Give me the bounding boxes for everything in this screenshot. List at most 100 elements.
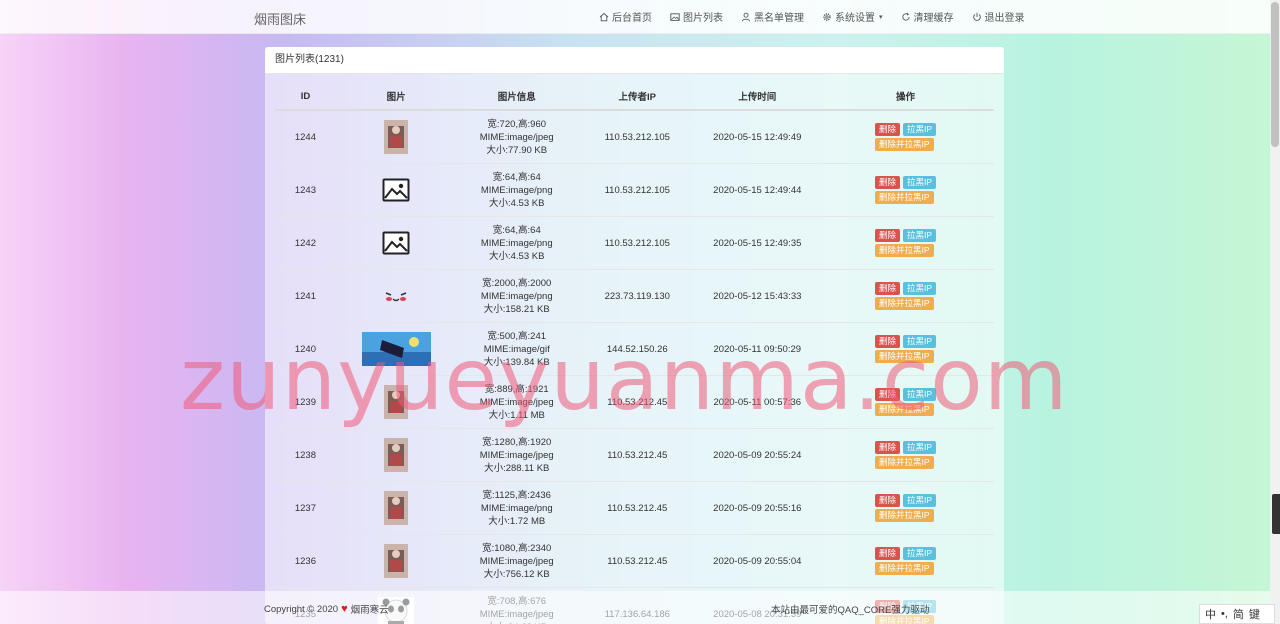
table-row: 1237 宽:1125,高:2436 MIME:image/png 大小:1.72 M… xyxy=(275,481,994,535)
nav-home[interactable]: 后台首页 xyxy=(599,9,652,24)
cell-upload-time: 2020-05-09 20:55:16 xyxy=(697,481,818,535)
action-group: 删除拉黑IP 删除并拉黑IP xyxy=(875,227,937,259)
delete-and-ban-button[interactable]: 删除并拉黑IP xyxy=(875,350,934,363)
side-floating-tab[interactable] xyxy=(1272,494,1280,534)
cell-actions: 删除拉黑IP 删除并拉黑IP xyxy=(817,269,994,323)
cell-id: 1238 xyxy=(275,428,336,482)
header-uploader-ip: 上传者IP xyxy=(577,83,698,111)
cell-id: 1239 xyxy=(275,375,336,429)
delete-and-ban-button[interactable]: 删除并拉黑IP xyxy=(875,403,934,416)
delete-button[interactable]: 删除 xyxy=(875,282,901,295)
ime-toolbar[interactable]: 中 •, 简 键 xyxy=(1199,604,1275,624)
image-mime: MIME:image/jpeg xyxy=(479,131,554,143)
action-group: 删除拉黑IP 删除并拉黑IP xyxy=(875,333,937,365)
nav-clear-cache[interactable]: 清理缓存 xyxy=(901,9,954,24)
cell-id: 1244 xyxy=(275,109,336,164)
ban-ip-button[interactable]: 拉黑IP xyxy=(903,123,937,136)
delete-button[interactable]: 删除 xyxy=(875,176,901,189)
cell-upload-time: 2020-05-15 12:49:35 xyxy=(697,216,818,270)
delete-button[interactable]: 删除 xyxy=(875,123,901,136)
delete-and-ban-button[interactable]: 删除并拉黑IP xyxy=(875,456,934,469)
image-dimensions: 宽:500,高:241 xyxy=(487,330,547,342)
ban-ip-button[interactable]: 拉黑IP xyxy=(903,229,937,242)
image-dimensions: 宽:720,高:960 xyxy=(487,118,547,130)
nav-settings-dropdown[interactable]: 系统设置 ▾ xyxy=(822,9,883,24)
delete-button[interactable]: 删除 xyxy=(875,441,901,454)
cell-upload-time: 2020-05-11 09:50:29 xyxy=(697,322,818,376)
cell-image[interactable] xyxy=(335,216,457,270)
delete-and-ban-button[interactable]: 删除并拉黑IP xyxy=(875,138,934,151)
cell-image-info: 宽:64,高:64 MIME:image/png 大小:4.53 KB xyxy=(456,163,578,217)
cell-image[interactable] xyxy=(335,109,457,164)
cell-image[interactable] xyxy=(335,269,457,323)
nav-blacklist[interactable]: 黑名单管理 xyxy=(741,9,804,24)
cell-actions: 删除拉黑IP 删除并拉黑IP xyxy=(817,109,994,164)
image-size: 大小:1.72 MB xyxy=(488,515,546,527)
site-name-link[interactable]: 烟雨寒云 xyxy=(351,602,389,616)
nav-home-label: 后台首页 xyxy=(612,13,652,24)
ban-ip-button[interactable]: 拉黑IP xyxy=(903,441,937,454)
image-dimensions: 宽:64,高:64 xyxy=(492,171,541,183)
cell-uploader-ip: 110.53.212.45 xyxy=(577,375,698,429)
scrollbar-thumb[interactable] xyxy=(1271,2,1279,147)
cell-actions: 删除拉黑IP 删除并拉黑IP xyxy=(817,216,994,270)
ban-ip-button[interactable]: 拉黑IP xyxy=(903,176,937,189)
image-icon xyxy=(670,12,680,21)
table-body: 1244 宽:720,高:960 MIME:image/jpeg 大小:77.90 K… xyxy=(275,109,994,624)
delete-button[interactable]: 删除 xyxy=(875,388,901,401)
delete-button[interactable]: 删除 xyxy=(875,335,901,348)
cell-image-info: 宽:64,高:64 MIME:image/png 大小:4.53 KB xyxy=(456,216,578,270)
delete-and-ban-button[interactable]: 删除并拉黑IP xyxy=(875,244,934,257)
ime-keyboard[interactable]: 键 xyxy=(1249,606,1260,622)
panel-title: 图片列表(1231) xyxy=(265,47,1004,74)
top-navbar: 烟雨图床 后台首页 图片列表 黑名单管理 系统设置 ▾ 清理缓存 退出登录 xyxy=(0,0,1270,34)
table-row: 1238 宽:1280,高:1920 MIME:image/jpeg 大小:288.1… xyxy=(275,428,994,482)
image-mime: MIME:image/jpeg xyxy=(479,555,554,567)
delete-button[interactable]: 删除 xyxy=(875,494,901,507)
cell-uploader-ip: 110.53.212.45 xyxy=(577,428,698,482)
delete-button[interactable]: 删除 xyxy=(875,547,901,560)
image-placeholder-icon xyxy=(382,231,410,255)
image-size: 大小:1.11 MB xyxy=(488,409,545,421)
cell-id: 1242 xyxy=(275,216,336,270)
cell-image[interactable] xyxy=(335,428,457,482)
powered-by-text: 本站由最可爱的QAQ_CORE强力驱动 xyxy=(771,605,930,616)
cell-image[interactable] xyxy=(335,481,457,535)
ban-ip-button[interactable]: 拉黑IP xyxy=(903,388,937,401)
delete-and-ban-button[interactable]: 删除并拉黑IP xyxy=(875,562,934,575)
brand-logo[interactable]: 烟雨图床 xyxy=(254,9,306,28)
cell-image[interactable] xyxy=(335,534,457,588)
cell-image[interactable] xyxy=(335,322,457,376)
cell-actions: 删除拉黑IP 删除并拉黑IP xyxy=(817,375,994,429)
cell-image-info: 宽:720,高:960 MIME:image/jpeg 大小:77.90 KB xyxy=(456,109,578,164)
image-size: 大小:4.53 KB xyxy=(489,250,545,262)
cell-image[interactable] xyxy=(335,375,457,429)
image-size: 大小:288.11 KB xyxy=(484,462,550,474)
action-group: 删除拉黑IP 删除并拉黑IP xyxy=(875,492,937,524)
delete-and-ban-button[interactable]: 删除并拉黑IP xyxy=(875,297,934,310)
cell-image-info: 宽:1080,高:2340 MIME:image/jpeg 大小:756.12 KB xyxy=(456,534,578,588)
nav-image-list[interactable]: 图片列表 xyxy=(670,9,723,24)
ban-ip-button[interactable]: 拉黑IP xyxy=(903,547,937,560)
ban-ip-button[interactable]: 拉黑IP xyxy=(903,282,937,295)
delete-and-ban-button[interactable]: 删除并拉黑IP xyxy=(875,509,934,522)
delete-button[interactable]: 删除 xyxy=(875,229,901,242)
cell-image-info: 宽:2000,高:2000 MIME:image/png 大小:158.21 KB xyxy=(456,269,578,323)
ime-punct[interactable]: •, xyxy=(1221,608,1228,620)
ime-lang[interactable]: 中 xyxy=(1205,606,1216,622)
cell-upload-time: 2020-05-15 12:49:49 xyxy=(697,109,818,164)
image-placeholder-icon xyxy=(382,178,410,202)
image-mime: MIME:image/png xyxy=(480,184,553,196)
cell-upload-time: 2020-05-09 20:55:24 xyxy=(697,428,818,482)
action-group: 删除拉黑IP 删除并拉黑IP xyxy=(875,280,937,312)
cell-image[interactable] xyxy=(335,163,457,217)
ban-ip-button[interactable]: 拉黑IP xyxy=(903,494,937,507)
cell-id: 1241 xyxy=(275,269,336,323)
image-dimensions: 宽:2000,高:2000 xyxy=(482,277,552,289)
cell-uploader-ip: 110.53.212.45 xyxy=(577,481,698,535)
cell-upload-time: 2020-05-09 20:55:04 xyxy=(697,534,818,588)
ime-mode[interactable]: 简 xyxy=(1233,606,1244,622)
delete-and-ban-button[interactable]: 删除并拉黑IP xyxy=(875,191,934,204)
ban-ip-button[interactable]: 拉黑IP xyxy=(903,335,937,348)
nav-logout[interactable]: 退出登录 xyxy=(972,9,1025,24)
